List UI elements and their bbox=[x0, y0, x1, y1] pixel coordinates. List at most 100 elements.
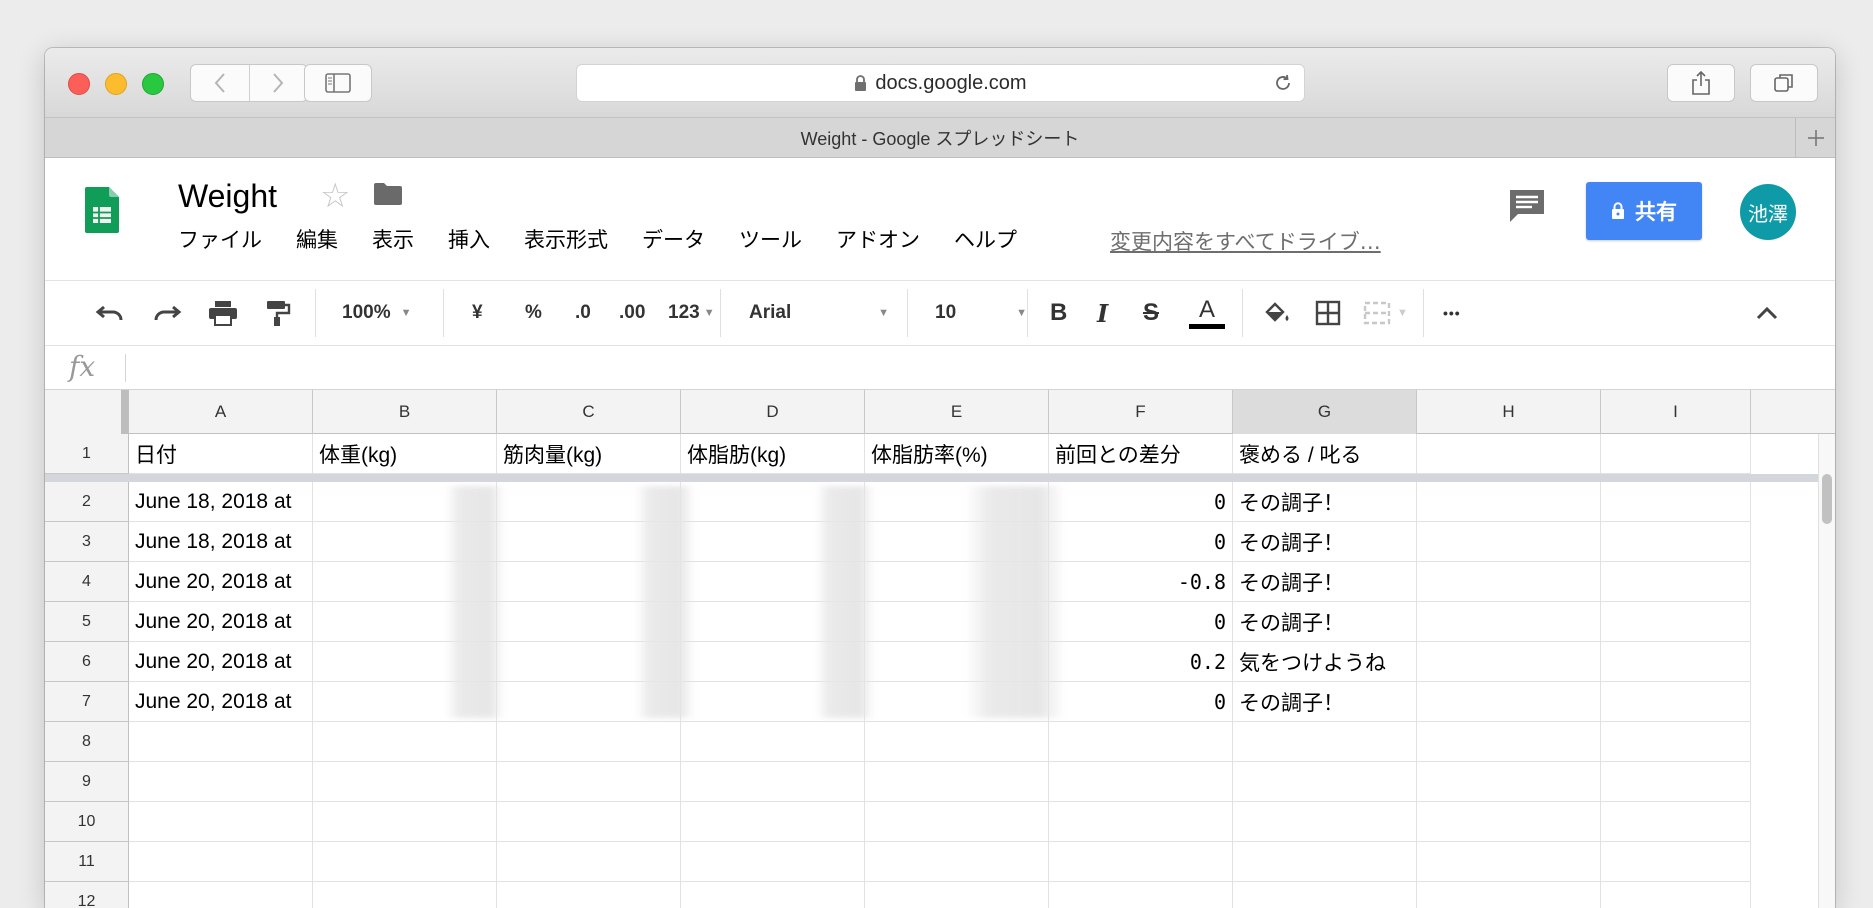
cell-h8[interactable] bbox=[1417, 722, 1601, 762]
menu-file[interactable]: ファイル bbox=[178, 224, 262, 254]
cell-f4[interactable]: -0.8 bbox=[1049, 562, 1233, 602]
cell-a7[interactable]: June 20, 2018 at bbox=[129, 682, 313, 722]
browser-share-button[interactable] bbox=[1667, 64, 1735, 102]
cell-b8[interactable] bbox=[313, 722, 497, 762]
menu-help[interactable]: ヘルプ bbox=[954, 224, 1017, 254]
cell-g1[interactable]: 褒める / 叱る bbox=[1233, 434, 1417, 474]
cell-c11[interactable] bbox=[497, 842, 681, 882]
cell-g4[interactable]: その調子！ bbox=[1233, 562, 1417, 602]
percent-format-button[interactable]: % bbox=[525, 281, 542, 345]
cell-e10[interactable] bbox=[865, 802, 1049, 842]
cell-i8[interactable] bbox=[1601, 722, 1751, 762]
sidebar-toggle-button[interactable] bbox=[304, 64, 372, 102]
cell-i10[interactable] bbox=[1601, 802, 1751, 842]
menu-edit[interactable]: 編集 bbox=[296, 224, 338, 254]
cell-h11[interactable] bbox=[1417, 842, 1601, 882]
row-header-12[interactable]: 12 bbox=[45, 882, 129, 908]
column-header-e[interactable]: E bbox=[865, 390, 1049, 434]
font-size-select[interactable]: 10 ▼ bbox=[935, 281, 1027, 345]
menu-view[interactable]: 表示 bbox=[372, 224, 414, 254]
cell-d1[interactable]: 体脂肪(kg) bbox=[681, 434, 865, 474]
cell-h3[interactable] bbox=[1417, 522, 1601, 562]
minimize-window-button[interactable] bbox=[105, 73, 127, 95]
cell-a6[interactable]: June 20, 2018 at bbox=[129, 642, 313, 682]
cell-f12[interactable] bbox=[1049, 882, 1233, 908]
menu-tools[interactable]: ツール bbox=[739, 224, 802, 254]
cell-c9[interactable] bbox=[497, 762, 681, 802]
cell-d9[interactable] bbox=[681, 762, 865, 802]
row-header-3[interactable]: 3 bbox=[45, 522, 129, 562]
cell-a3[interactable]: June 18, 2018 at bbox=[129, 522, 313, 562]
zoom-select[interactable]: 100% ▼ bbox=[342, 281, 412, 345]
more-formats-select[interactable]: 123 ▼ bbox=[668, 281, 715, 345]
column-header-f[interactable]: F bbox=[1049, 390, 1233, 434]
paint-format-button[interactable] bbox=[265, 281, 291, 345]
cell-b9[interactable] bbox=[313, 762, 497, 802]
cell-h5[interactable] bbox=[1417, 602, 1601, 642]
cell-d11[interactable] bbox=[681, 842, 865, 882]
increase-decimal-button[interactable]: .00 bbox=[619, 281, 645, 345]
close-window-button[interactable] bbox=[68, 73, 90, 95]
cell-h4[interactable] bbox=[1417, 562, 1601, 602]
cell-e8[interactable] bbox=[865, 722, 1049, 762]
cell-g11[interactable] bbox=[1233, 842, 1417, 882]
cell-a12[interactable] bbox=[129, 882, 313, 908]
menu-data[interactable]: データ bbox=[642, 224, 705, 254]
cell-f1[interactable]: 前回との差分 bbox=[1049, 434, 1233, 474]
share-button[interactable]: 共有 bbox=[1586, 182, 1702, 240]
cell-f9[interactable] bbox=[1049, 762, 1233, 802]
cell-h12[interactable] bbox=[1417, 882, 1601, 908]
active-tab-title[interactable]: Weight - Google スプレッドシート bbox=[801, 125, 1080, 151]
cell-h2[interactable] bbox=[1417, 482, 1601, 522]
zoom-window-button[interactable] bbox=[142, 73, 164, 95]
cell-e12[interactable] bbox=[865, 882, 1049, 908]
row-header-8[interactable]: 8 bbox=[45, 722, 129, 762]
cell-i11[interactable] bbox=[1601, 842, 1751, 882]
scrollbar-thumb[interactable] bbox=[1822, 474, 1832, 524]
cell-f11[interactable] bbox=[1049, 842, 1233, 882]
cell-e9[interactable] bbox=[865, 762, 1049, 802]
row-header-10[interactable]: 10 bbox=[45, 802, 129, 842]
cell-b12[interactable] bbox=[313, 882, 497, 908]
text-color-button[interactable]: A bbox=[1189, 281, 1225, 345]
cell-i9[interactable] bbox=[1601, 762, 1751, 802]
cell-d10[interactable] bbox=[681, 802, 865, 842]
cell-c10[interactable] bbox=[497, 802, 681, 842]
column-header-b[interactable]: B bbox=[313, 390, 497, 434]
merge-cells-button[interactable]: ▼ bbox=[1363, 281, 1408, 345]
vertical-scrollbar[interactable] bbox=[1818, 434, 1835, 908]
cell-g9[interactable] bbox=[1233, 762, 1417, 802]
frozen-row-divider[interactable] bbox=[45, 474, 1835, 482]
cell-a2[interactable]: June 18, 2018 at bbox=[129, 482, 313, 522]
decrease-decimal-button[interactable]: .0 bbox=[575, 281, 591, 345]
cell-a10[interactable] bbox=[129, 802, 313, 842]
cell-g5[interactable]: その調子！ bbox=[1233, 602, 1417, 642]
row-header-9[interactable]: 9 bbox=[45, 762, 129, 802]
cell-f3[interactable]: 0 bbox=[1049, 522, 1233, 562]
menu-insert[interactable]: 挿入 bbox=[448, 224, 490, 254]
cell-i2[interactable] bbox=[1601, 482, 1751, 522]
undo-button[interactable] bbox=[95, 281, 125, 345]
back-button[interactable] bbox=[191, 65, 249, 101]
cell-d12[interactable] bbox=[681, 882, 865, 908]
document-title[interactable]: Weight bbox=[178, 178, 277, 215]
cell-i12[interactable] bbox=[1601, 882, 1751, 908]
row-header-7[interactable]: 7 bbox=[45, 682, 129, 722]
cell-a9[interactable] bbox=[129, 762, 313, 802]
cell-g10[interactable] bbox=[1233, 802, 1417, 842]
cell-b11[interactable] bbox=[313, 842, 497, 882]
font-select[interactable]: Arial ▼ bbox=[749, 281, 889, 345]
cell-f8[interactable] bbox=[1049, 722, 1233, 762]
cell-i5[interactable] bbox=[1601, 602, 1751, 642]
cell-i4[interactable] bbox=[1601, 562, 1751, 602]
address-bar[interactable]: docs.google.com bbox=[576, 64, 1305, 102]
cell-f5[interactable]: 0 bbox=[1049, 602, 1233, 642]
cell-f2[interactable]: 0 bbox=[1049, 482, 1233, 522]
comment-icon[interactable] bbox=[1508, 188, 1546, 224]
cell-g8[interactable] bbox=[1233, 722, 1417, 762]
column-header-h[interactable]: H bbox=[1417, 390, 1601, 434]
cell-g3[interactable]: その調子！ bbox=[1233, 522, 1417, 562]
cell-e11[interactable] bbox=[865, 842, 1049, 882]
cell-h7[interactable] bbox=[1417, 682, 1601, 722]
borders-button[interactable] bbox=[1315, 281, 1341, 345]
